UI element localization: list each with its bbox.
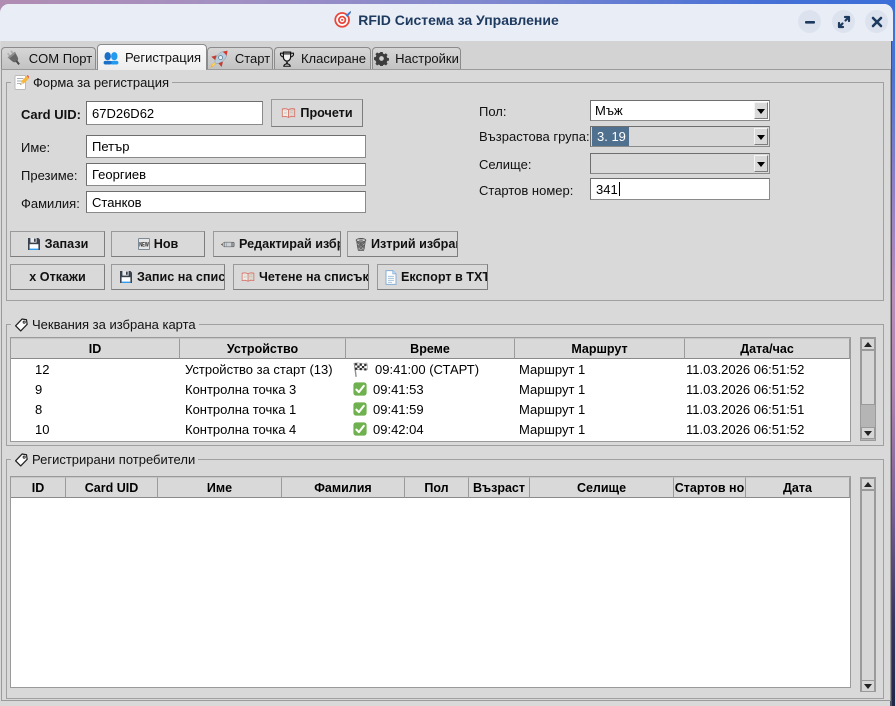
svg-text:NEW: NEW xyxy=(139,242,149,249)
